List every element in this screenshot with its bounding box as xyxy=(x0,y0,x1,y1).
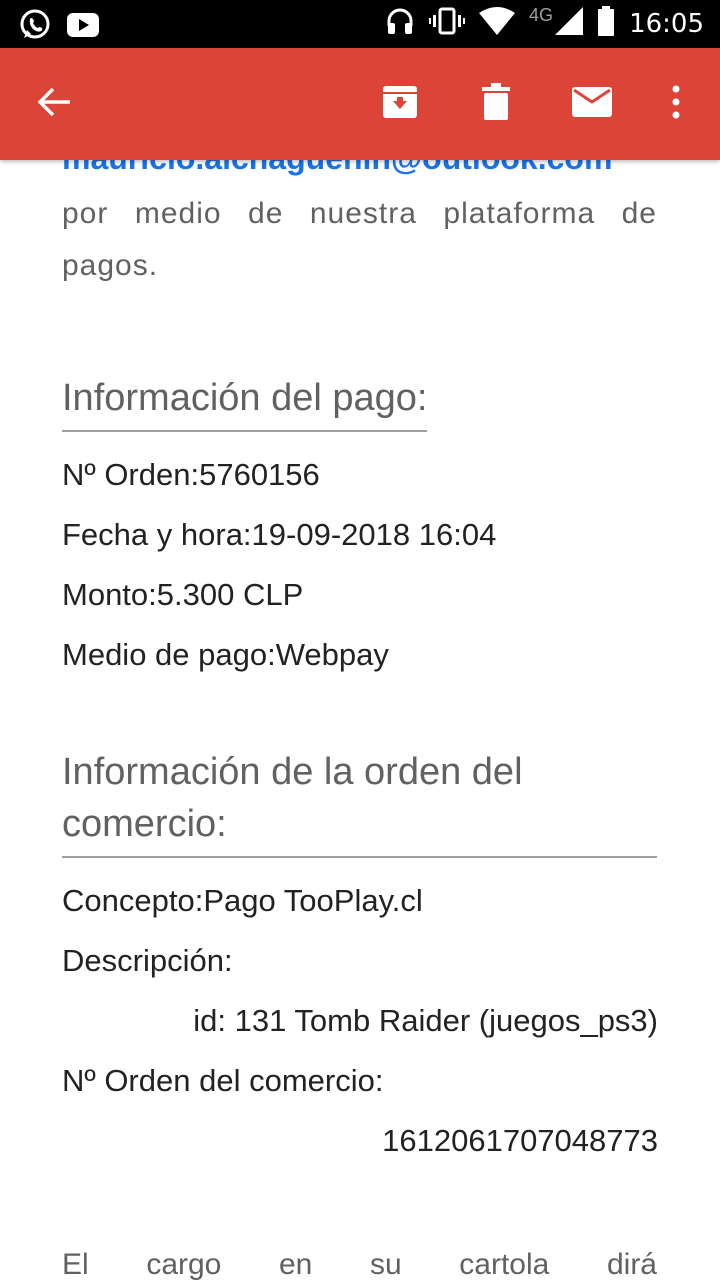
clock: 16:05 xyxy=(629,8,704,39)
amount-value: 5.300 CLP xyxy=(156,577,304,612)
payment-info-title: Información del pago: xyxy=(62,372,428,432)
description-label: Descripción: xyxy=(62,943,233,978)
wifi-icon xyxy=(479,7,516,40)
back-button[interactable] xyxy=(18,48,90,160)
back-arrow-icon xyxy=(36,84,72,125)
amount-label: Monto: xyxy=(62,577,157,612)
more-options-button[interactable] xyxy=(640,48,712,160)
system-icons: 4G 16:05 xyxy=(385,5,704,41)
payment-method-value: Webpay xyxy=(275,637,389,672)
date-time-value: 19-09-2018 16:04 xyxy=(251,517,497,552)
delete-icon xyxy=(480,82,512,126)
status-bar: 4G 16:05 xyxy=(0,0,720,48)
payment-method-label: Medio de pago: xyxy=(62,637,276,672)
footer-word: cargo xyxy=(146,1248,222,1281)
footer-word: El xyxy=(62,1248,89,1281)
email-body: mauricio.aichaguenin@outlook.com por med… xyxy=(0,0,720,1282)
footer-word: dirá xyxy=(606,1248,657,1281)
description-value: id: 131 Tomb Raider (juegos_ps3) xyxy=(193,1003,658,1038)
concept-label: Concepto: xyxy=(62,883,204,918)
headphones-icon xyxy=(385,6,415,41)
order-number-value: 5760156 xyxy=(199,457,320,492)
footer-word: en xyxy=(278,1248,313,1281)
archive-button[interactable] xyxy=(364,48,436,160)
network-type-label: 4G xyxy=(529,5,554,25)
battery-icon xyxy=(597,6,615,41)
amount-row: Monto:5.300 CLP xyxy=(62,577,303,613)
date-time-row: Fecha y hora:19-09-2018 16:04 xyxy=(62,517,496,553)
archive-icon xyxy=(381,83,419,126)
mark-unread-icon xyxy=(571,86,613,123)
date-time-label: Fecha y hora: xyxy=(62,517,252,552)
whatsapp-icon xyxy=(18,8,52,47)
order-number-row: Nº Orden:5760156 xyxy=(62,457,320,493)
signal-icon xyxy=(555,7,584,40)
mark-unread-button[interactable] xyxy=(556,48,628,160)
youtube-icon xyxy=(66,12,100,43)
footer-word: su xyxy=(369,1248,402,1281)
concept-value: Pago TooPlay.cl xyxy=(203,883,423,918)
vibrate-icon xyxy=(429,6,466,41)
app-bar xyxy=(0,48,720,160)
merchant-order-label: Nº Orden del comercio: xyxy=(62,1063,384,1098)
delete-button[interactable] xyxy=(460,48,532,160)
more-vert-icon xyxy=(671,85,681,124)
footer-word: cartola xyxy=(459,1248,550,1281)
notification-icons xyxy=(18,8,100,47)
intro-text: por medio de nuestra plataforma de pagos… xyxy=(62,197,657,282)
order-number-label: Nº Orden: xyxy=(62,457,200,492)
order-info-title: Información de la orden del comercio: xyxy=(62,746,657,858)
footer-text: El cargo en su cartola dirá xyxy=(62,1248,657,1282)
payment-method-row: Medio de pago:Webpay xyxy=(62,637,389,673)
concept-row: Concepto:Pago TooPlay.cl xyxy=(62,883,423,919)
merchant-order-value: 1612061707048773 xyxy=(382,1123,658,1158)
